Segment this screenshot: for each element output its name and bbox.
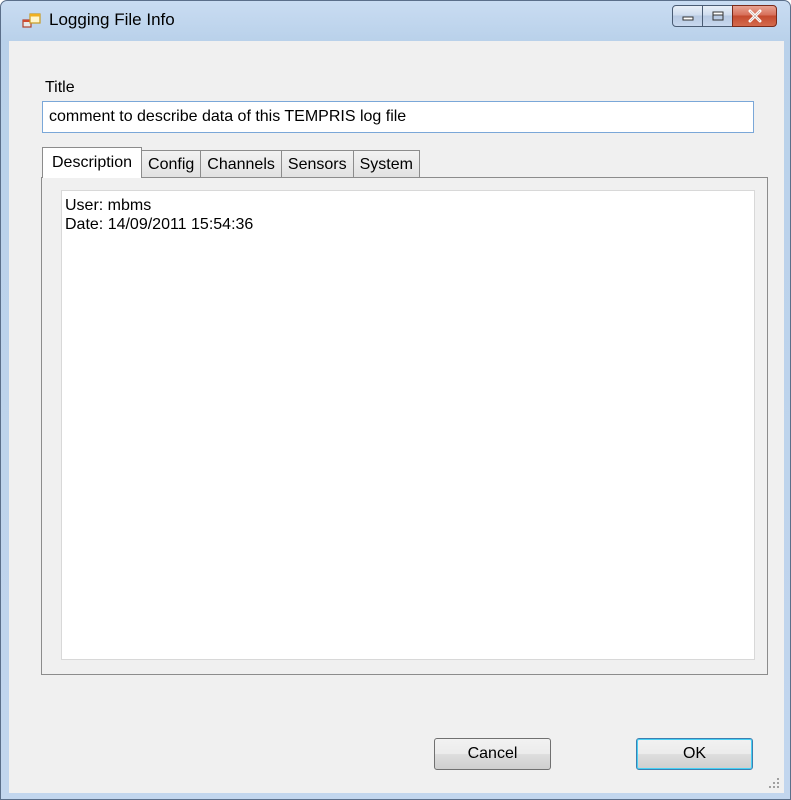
app-window-icon — [22, 13, 41, 28]
title-bar[interactable]: Logging File Info — [1, 1, 790, 41]
tab-channels[interactable]: Channels — [200, 150, 282, 178]
ok-button[interactable]: OK — [636, 738, 753, 770]
maximize-button[interactable] — [703, 5, 732, 27]
title-input[interactable] — [42, 101, 754, 133]
tab-strip: Description Config Channels Sensors Syst… — [42, 147, 420, 178]
tab-description[interactable]: Description — [42, 147, 143, 178]
dialog-window: Logging File Info Title comment to descr… — [0, 0, 791, 800]
close-icon — [748, 9, 761, 23]
window-title: Logging File Info — [49, 10, 175, 29]
dialog-client-area: Title Description Config Channels Sensor… — [9, 41, 784, 793]
description-textarea[interactable]: User: mbms Date: 14/09/2011 15:54:36 — [61, 190, 755, 660]
minimize-icon — [682, 16, 693, 21]
caption-buttons — [672, 5, 777, 27]
tab-config[interactable]: Config — [141, 150, 202, 178]
tab-panel-description: User: mbms Date: 14/09/2011 15:54:36 — [41, 177, 768, 675]
description-user-line: User: mbms — [65, 197, 152, 214]
cancel-button[interactable]: Cancel — [434, 738, 551, 770]
maximize-icon — [712, 11, 723, 21]
title-label: Title — [45, 79, 75, 96]
description-date-line: Date: 14/09/2011 15:54:36 — [65, 216, 254, 233]
close-button[interactable] — [732, 5, 777, 27]
resize-grip-icon[interactable] — [768, 777, 780, 789]
tab-sensors[interactable]: Sensors — [280, 150, 354, 178]
tab-system[interactable]: System — [352, 150, 420, 178]
minimize-button[interactable] — [672, 5, 703, 27]
